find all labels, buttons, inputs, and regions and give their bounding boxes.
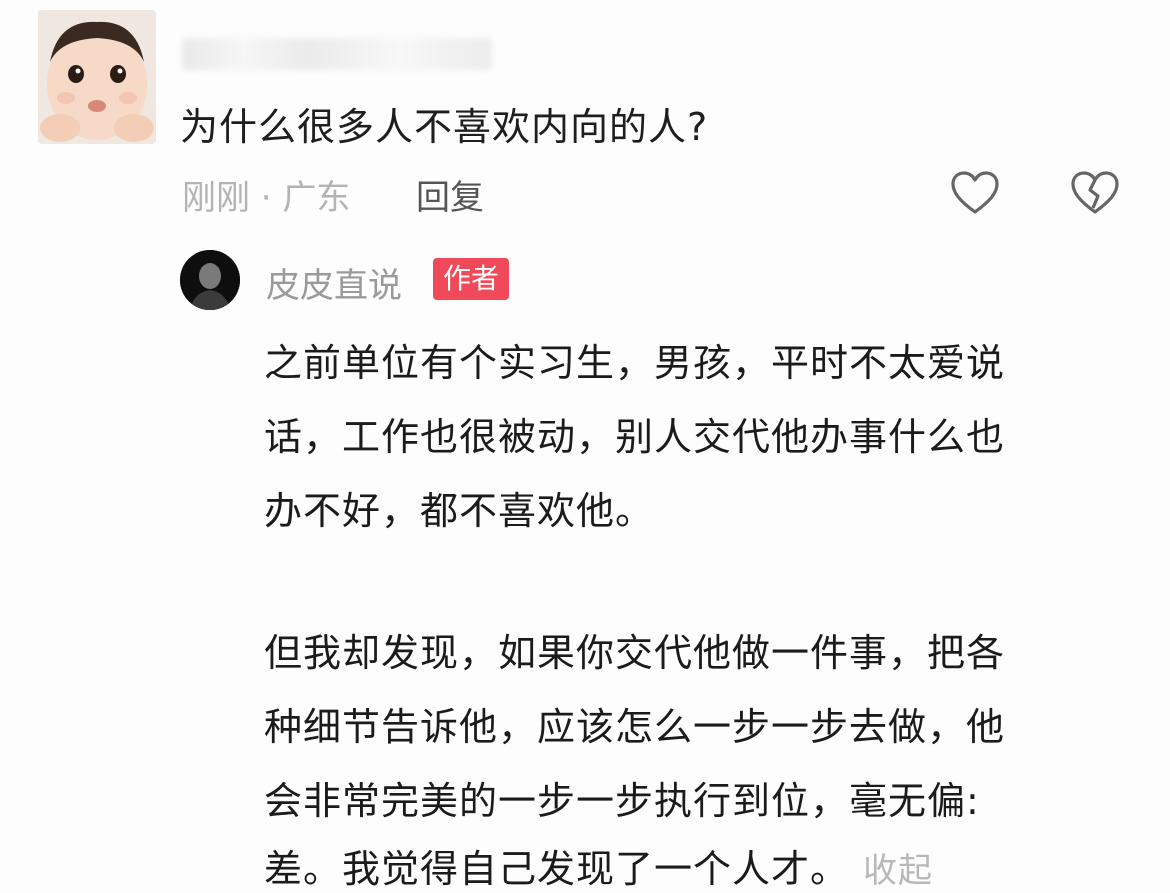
reply-line: 差。我觉得自己发现了一个人才。 <box>264 847 850 891</box>
collapse-button[interactable]: 收起 <box>863 851 933 891</box>
reply-line: 会非常完美的一步一步执行到位，毫无偏: <box>264 779 980 823</box>
meta-separator: · <box>250 178 283 218</box>
author-name[interactable]: 皮皮直说 <box>266 258 402 307</box>
reply-line: 之前单位有个实习生，男孩，平时不太爱说 <box>264 341 1006 385</box>
reply-last-line: 差。我觉得自己发现了一个人才。 收起 <box>264 838 933 893</box>
comment-thread: 为什么很多人不喜欢内向的人? 刚刚 · 广东 回复 皮皮直说 作者 之前单位有个… <box>0 0 1170 893</box>
comment-location: 广东 <box>282 178 351 218</box>
reply-line: 办不好，都不喜欢他。 <box>264 489 655 533</box>
comment-text: 为什么很多人不喜欢内向的人? <box>180 105 709 149</box>
commenter-avatar[interactable] <box>38 10 156 144</box>
reply-line: 话，工作也很被动，别人交代他办事什么也 <box>264 415 1006 459</box>
baby-face-icon <box>38 10 156 144</box>
reply-line: 但我却发现，如果你交代他做一件事，把各 <box>264 631 1006 675</box>
heart-outline-icon[interactable] <box>950 170 1000 216</box>
comment-time: 刚刚 <box>182 178 250 218</box>
reply-line: 种细节告诉他，应该怎么一步一步去做，他 <box>264 705 1006 749</box>
comment-meta: 刚刚 · 广东 <box>182 170 350 219</box>
author-portrait-icon <box>180 250 240 310</box>
author-badge: 作者 <box>433 258 510 300</box>
author-avatar[interactable] <box>180 250 240 310</box>
broken-heart-icon[interactable] <box>1070 170 1120 216</box>
reply-button[interactable]: 回复 <box>416 170 484 219</box>
commenter-username-blurred <box>182 38 492 70</box>
